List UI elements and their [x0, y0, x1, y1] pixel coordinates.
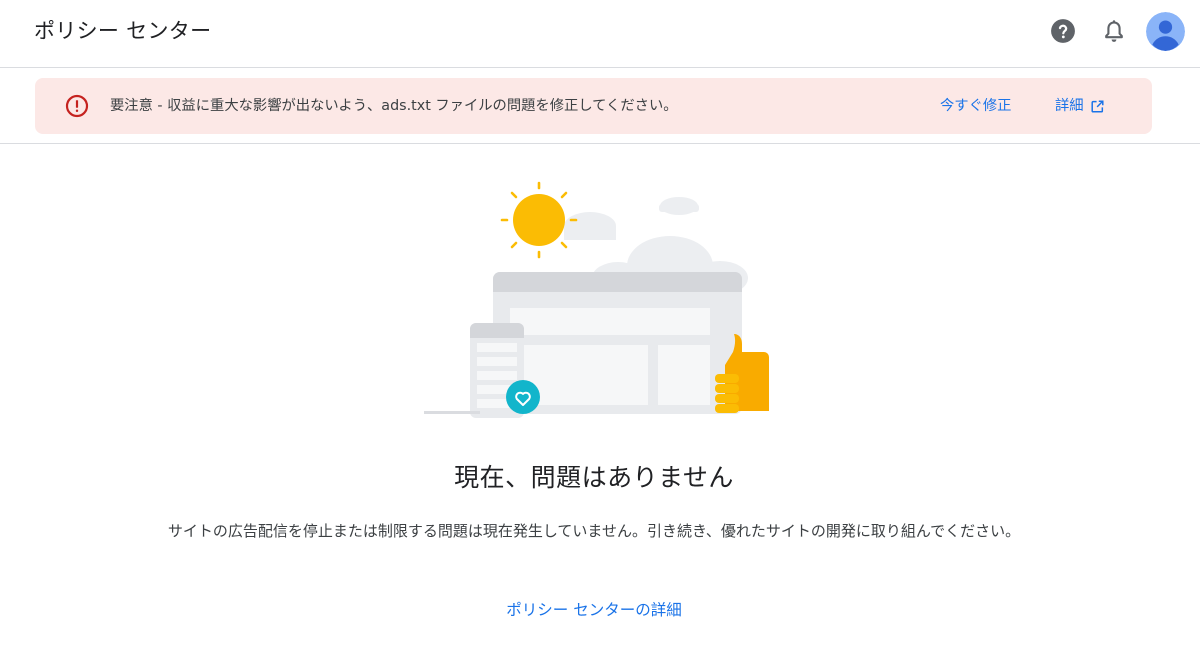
- page-title: ポリシー センター: [34, 19, 212, 43]
- no-issues-headline: 現在、問題はありません: [454, 463, 734, 492]
- details-link[interactable]: 詳細: [1055, 96, 1104, 116]
- help-button[interactable]: [1048, 14, 1078, 48]
- account-avatar[interactable]: [1146, 12, 1185, 51]
- top-app-bar: ポリシー センター: [0, 0, 1200, 68]
- no-issues-description: サイトの広告配信を停止または制限する問題は現在発生していません。引き続き、優れた…: [167, 522, 1021, 540]
- content-divider: [0, 143, 1200, 144]
- details-link-label: 詳細: [1055, 98, 1084, 114]
- notifications-button[interactable]: [1099, 14, 1129, 48]
- policy-center-learn-more: ポリシー センターの詳細: [0, 599, 1188, 621]
- alert-message: 要注意 - 収益に重大な影響が出ないよう、ads.txt ファイルの問題を修正し…: [110, 98, 678, 114]
- sun-icon: [500, 181, 578, 259]
- cloud-left: [564, 212, 616, 240]
- error-icon: [65, 94, 89, 118]
- ads-txt-alert-banner: 要注意 - 収益に重大な影響が出ないよう、ads.txt ファイルの問題を修正し…: [35, 78, 1152, 134]
- policy-center-details-link[interactable]: ポリシー センターの詳細: [506, 601, 681, 619]
- no-issues-illustration: [420, 178, 780, 418]
- account-avatar-icon: [1146, 12, 1185, 51]
- heart-badge-icon: [506, 380, 540, 414]
- open-in-new-icon: [1091, 99, 1104, 113]
- help-circle-icon: [1051, 19, 1075, 43]
- cloud-small: [659, 197, 699, 215]
- fix-now-link[interactable]: 今すぐ修正: [940, 96, 1011, 116]
- bell-icon: [1105, 20, 1123, 42]
